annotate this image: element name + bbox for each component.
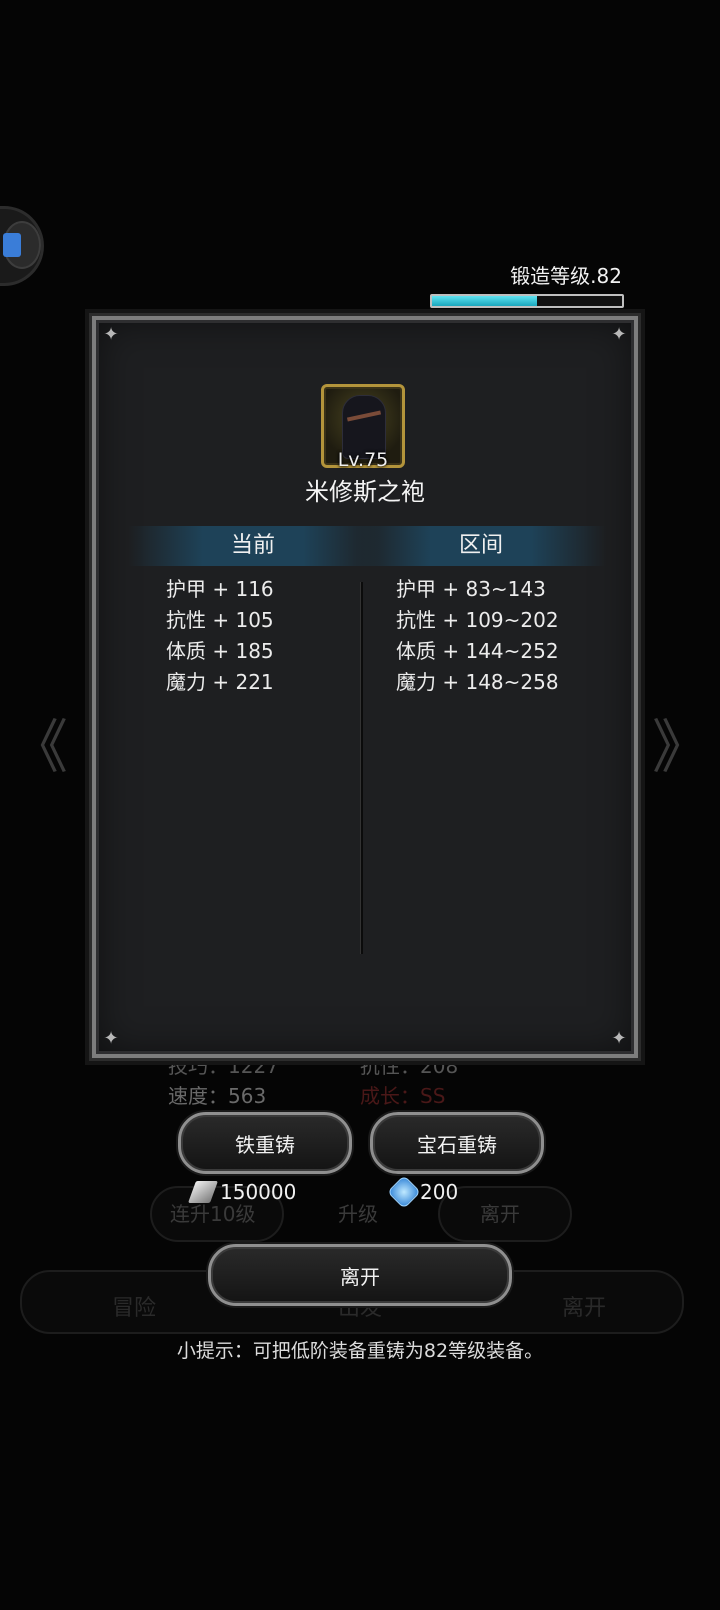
forge-progress-bar [430,294,624,308]
silver-cost: 150000 [187,1180,297,1204]
forge-progress-fill [432,296,537,306]
range-header: 区间 [356,526,606,566]
corner-ornament-icon: ✦ [611,324,627,345]
corner-ornament-icon: ✦ [103,324,119,345]
leave-button[interactable]: 离开 [208,1244,512,1306]
background-nav-adventure: 冒险 [112,1296,157,1321]
corner-ornament-icon: ✦ [103,1028,119,1049]
range-stat-armor: 护甲 + 83~143 [396,577,546,601]
background-levelup-button: 升级 [338,1202,378,1226]
range-stats-list: 护甲 + 83~143 抗性 + 109~202 体质 + 144~252 魔力… [396,574,559,698]
column-divider [360,582,363,954]
next-arrow-icon[interactable]: 》 [652,700,710,784]
item-icon[interactable]: Lv.75 [321,384,405,471]
prev-arrow-icon[interactable]: 《 [10,700,68,784]
current-stats-list: 护甲 + 116 抗性 + 105 体质 + 185 魔力 + 221 [166,574,274,698]
current-stat-armor: 护甲 + 116 [166,577,274,601]
item-name: 米修斯之袍 [305,478,425,506]
forge-level-label: 锻造等级.82 [510,264,622,288]
silver-ingot-icon [187,1181,219,1203]
current-stat-resist: 抗性 + 105 [166,608,274,632]
background-leave-button: 离开 [480,1202,520,1226]
range-stat-magic: 魔力 + 148~258 [396,670,559,694]
current-stat-constitution: 体质 + 185 [166,639,274,663]
current-header: 当前 [128,526,378,566]
side-menu-icon [3,221,41,269]
background-nav-leave: 离开 [562,1296,607,1321]
silver-cost-value: 150000 [220,1180,297,1204]
current-stat-magic: 魔力 + 221 [166,670,274,694]
stat-growth-background: 成长：SS [360,1084,446,1108]
gem-icon [387,1175,421,1209]
range-stat-resist: 抗性 + 109~202 [396,608,559,632]
gem-cost-value: 200 [420,1180,459,1204]
stat-speed-background: 速度：563 [168,1084,267,1108]
recast-panel: ✦ ✦ ✦ ✦ Lv.75 米修斯之袍 当前 区间 护甲 + 116 抗性 + … [92,316,638,1058]
gem-cost: 200 [387,1175,459,1209]
iron-recast-button[interactable]: 铁重铸 [178,1112,352,1174]
corner-ornament-icon: ✦ [611,1028,627,1049]
hint-text: 小提示：可把低阶装备重铸为82等级装备。 [176,1340,544,1362]
item-level: Lv.75 [337,449,389,471]
range-stat-constitution: 体质 + 144~252 [396,639,559,663]
gem-recast-button[interactable]: 宝石重铸 [370,1112,544,1174]
